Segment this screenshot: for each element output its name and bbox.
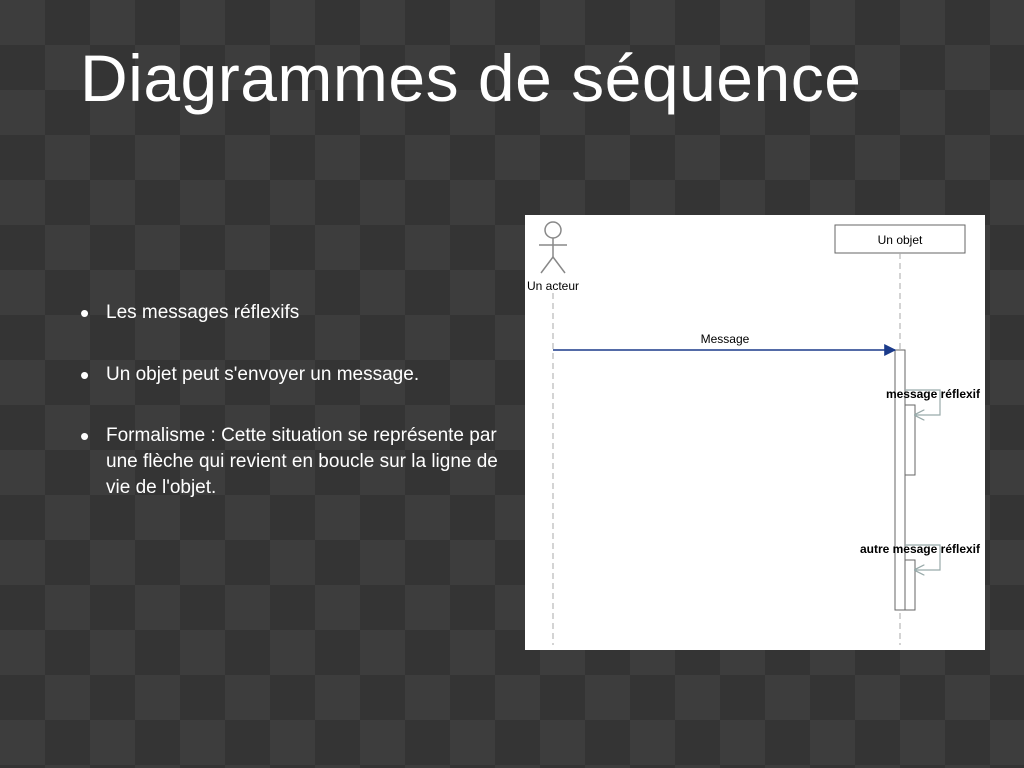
actor-icon — [539, 222, 567, 273]
bullet-text: Formalisme : Cette situation se représen… — [106, 425, 498, 497]
slide-title: Diagrammes de séquence — [80, 40, 984, 116]
sequence-diagram-svg: Un acteur Un objet Message message réfle… — [525, 215, 985, 650]
slide-content: Les messages réflexifs Un objet peut s'e… — [80, 300, 510, 536]
other-reflexive-label: autre mesage réflexif — [860, 542, 981, 556]
bullet-item: Un objet peut s'envoyer un message. — [80, 362, 510, 388]
object-label: Un objet — [878, 233, 923, 247]
slide: Diagrammes de séquence Les messages réfl… — [0, 0, 1024, 768]
bullet-text: Les messages réflexifs — [106, 302, 299, 323]
object-box: Un objet — [835, 225, 965, 253]
bullet-list: Les messages réflexifs Un objet peut s'e… — [80, 300, 510, 500]
reflexive-message-1 — [905, 390, 940, 475]
bullet-item: Les messages réflexifs — [80, 300, 510, 326]
bullet-item: Formalisme : Cette situation se représen… — [80, 423, 510, 500]
reflexive-label: message réflexif — [886, 387, 981, 401]
bullet-text: Un objet peut s'envoyer un message. — [106, 364, 419, 385]
message-label: Message — [701, 332, 750, 346]
actor-label: Un acteur — [527, 279, 579, 293]
sequence-diagram: Un acteur Un objet Message message réfle… — [525, 215, 985, 650]
reflexive-activation-2 — [905, 560, 915, 610]
reflexive-activation-1 — [905, 405, 915, 475]
